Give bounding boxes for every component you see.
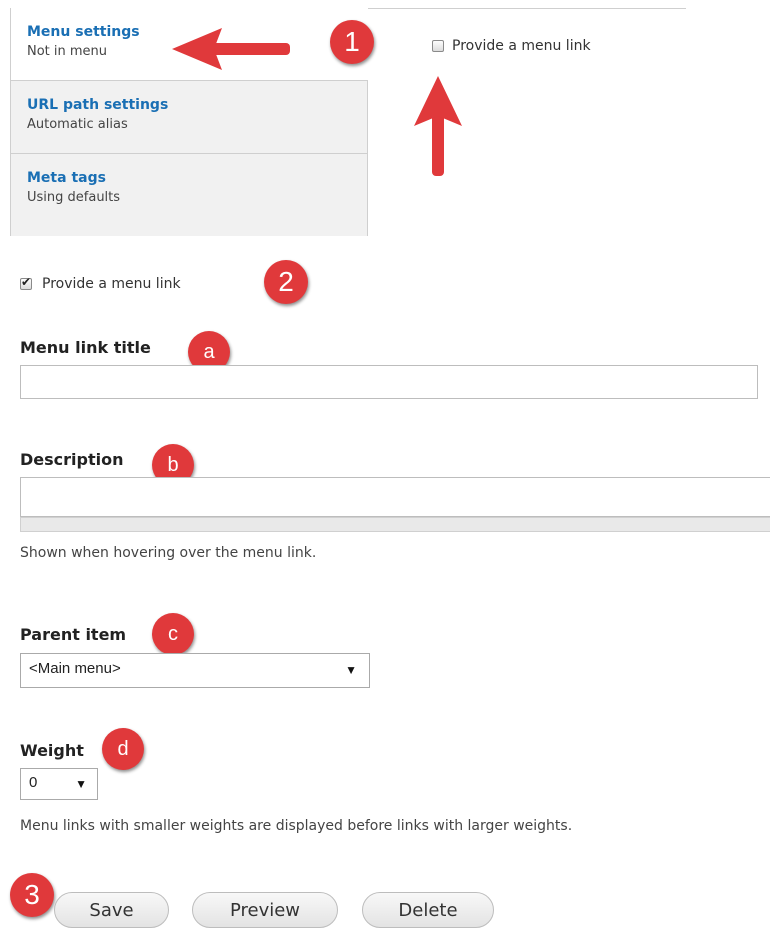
tab-meta-tags[interactable]: Meta tags Using defaults: [10, 154, 368, 236]
menu-link-option: Provide a menu link: [20, 275, 181, 292]
checkbox-label: Provide a menu link: [452, 38, 591, 54]
description-textarea[interactable]: [20, 477, 770, 517]
step-badge-3: 3: [10, 873, 54, 917]
caret-down-icon: ▼: [75, 777, 87, 791]
weight-value: 0: [29, 774, 38, 791]
tab-title: URL path settings: [27, 97, 169, 113]
tab-title: Meta tags: [27, 170, 106, 186]
arrow-icon: [172, 28, 290, 70]
tab-summary: Using defaults: [27, 190, 121, 205]
parent-item-value: <Main menu>: [29, 660, 121, 677]
parent-item-label: Parent item: [20, 625, 127, 644]
top-menu-link-option: Provide a menu link: [432, 38, 591, 54]
menu-link-title-input[interactable]: [20, 365, 758, 399]
provide-menu-link-checkbox-top[interactable]: [432, 40, 444, 52]
tab-url-path-settings[interactable]: URL path settings Automatic alias: [10, 81, 368, 154]
step-badge-2: 2: [264, 260, 308, 304]
delete-button[interactable]: Delete: [362, 892, 494, 928]
step-badge-1: 1: [330, 20, 374, 64]
caret-down-icon: ▼: [345, 663, 357, 677]
description-label: Description: [20, 450, 124, 469]
preview-button[interactable]: Preview: [192, 892, 338, 928]
textarea-resize-handle[interactable]: [20, 517, 770, 532]
tab-summary: Automatic alias: [27, 117, 128, 132]
badge-c: c: [152, 613, 194, 655]
weight-select[interactable]: 0 ▼: [20, 768, 98, 800]
description-help: Shown when hovering over the menu link.: [20, 545, 317, 561]
arrow-up-icon: [414, 76, 462, 176]
checkbox-label: Provide a menu link: [42, 276, 181, 292]
badge-d: d: [102, 728, 144, 770]
parent-item-select[interactable]: <Main menu> ▼: [20, 653, 370, 688]
save-button[interactable]: Save: [54, 892, 169, 928]
provide-menu-link-checkbox[interactable]: [20, 275, 32, 290]
weight-label: Weight: [20, 741, 84, 760]
menu-link-title-label: Menu link title: [20, 338, 151, 357]
weight-help: Menu links with smaller weights are disp…: [20, 818, 573, 834]
